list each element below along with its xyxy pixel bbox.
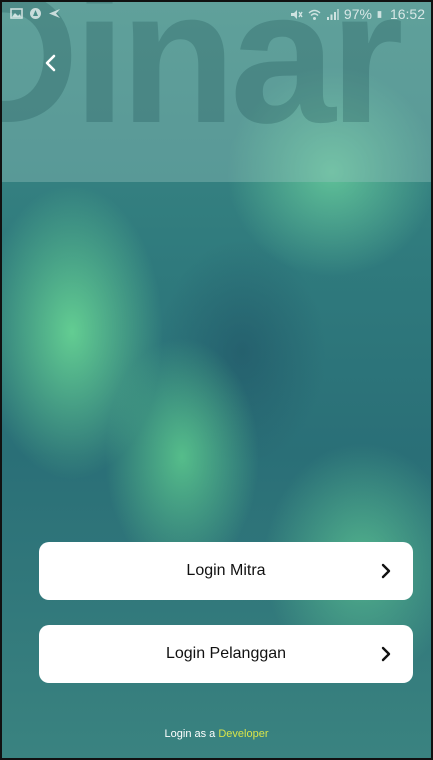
login-mitra-button[interactable]: Login Mitra <box>39 542 413 600</box>
login-mitra-label: Login Mitra <box>186 562 266 579</box>
developer-prefix: Login as a <box>164 728 216 740</box>
status-notifications <box>10 7 61 20</box>
login-pelanggan-button[interactable]: Login Pelanggan <box>39 625 413 683</box>
gallery-icon <box>10 8 23 19</box>
login-screen: Dinar <box>2 2 431 758</box>
login-pelanggan-label: Login Pelanggan <box>165 645 287 662</box>
battery-percent: 97% <box>343 6 372 22</box>
status-indicators: 97% 16:52 <box>290 6 425 22</box>
app-notification-icon <box>30 8 41 19</box>
device-frame: Dinar <box>0 0 433 760</box>
wifi-icon <box>308 9 321 20</box>
status-bar: 97% 16:52 <box>2 2 431 26</box>
chevron-left-icon[interactable] <box>40 52 62 74</box>
chevron-right-icon <box>381 563 391 579</box>
clock: 16:52 <box>389 6 425 22</box>
developer-login-line: Login as a Developer <box>2 728 431 740</box>
chevron-right-icon <box>381 646 391 662</box>
header-band: Dinar <box>2 2 431 182</box>
battery-icon <box>377 10 382 18</box>
navigation-icon <box>49 9 60 18</box>
signal-icon <box>326 8 339 20</box>
mute-icon <box>290 9 303 19</box>
developer-login-link[interactable]: Developer <box>218 728 268 740</box>
